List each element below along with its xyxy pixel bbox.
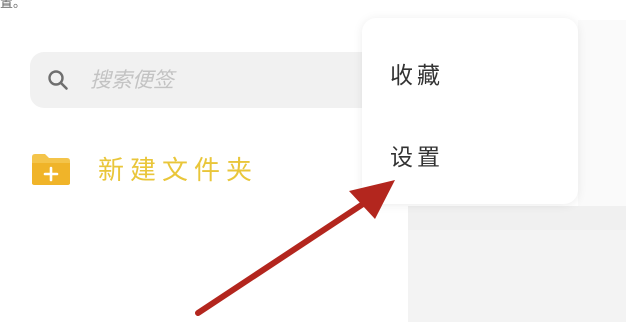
content-area-header (408, 206, 626, 230)
new-folder-label: 新建文件夹 (98, 156, 259, 186)
search-input[interactable] (90, 64, 350, 96)
menu-item-settings[interactable]: 设置 (390, 138, 444, 172)
menu-item-favorites[interactable]: 收藏 (390, 56, 444, 90)
search-icon (48, 70, 68, 90)
new-folder-button[interactable]: 新建文件夹 (30, 150, 258, 187)
side-panel-background (578, 20, 626, 206)
top-text-fragment: 置。 (0, 0, 27, 11)
folder-plus-icon (32, 153, 70, 185)
dropdown-menu: 收藏 设置 (362, 18, 578, 204)
